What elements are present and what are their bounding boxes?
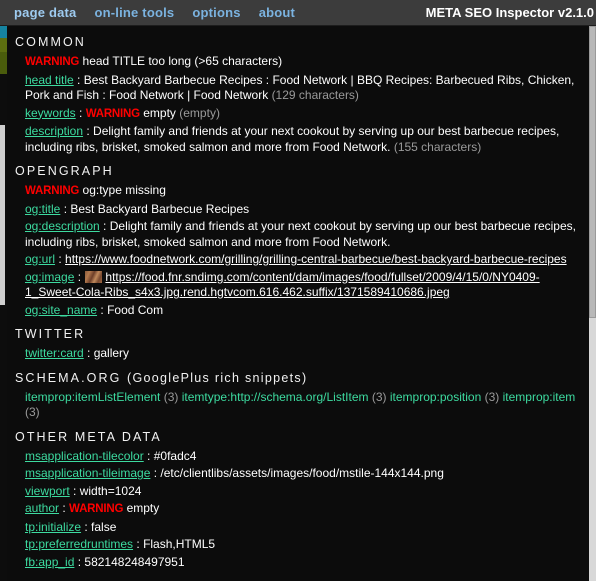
section-other-meta-data: OTHER META DATA msapplication-tilecolor … xyxy=(7,422,589,572)
meta-key-author[interactable]: author xyxy=(25,501,59,515)
schema-title-main: SCHEMA.ORG xyxy=(15,370,122,385)
og-url-key[interactable]: og:url xyxy=(25,252,55,266)
section-title-opengraph: OPENGRAPH xyxy=(15,164,114,178)
og-description-key[interactable]: og:description xyxy=(25,219,100,233)
meta-key-viewport[interactable]: viewport xyxy=(25,484,70,498)
other-meta-row: tp:preferredruntimes : Flash,HTML5 xyxy=(25,537,216,551)
menu-item-about[interactable]: about xyxy=(259,5,295,20)
menu-bar: page data on-line tools options about ME… xyxy=(0,0,596,26)
schema-item-name-1: itemtype:http://schema.org/ListItem xyxy=(181,389,369,404)
twitter-card-row: twitter:card : gallery xyxy=(25,346,130,360)
meta-value-fb-app-id: 582148248497951 xyxy=(84,554,185,569)
common-head-title-row: head title : Best Backyard Barbecue Reci… xyxy=(25,72,575,103)
og-title-value: Best Backyard Barbecue Recipes xyxy=(70,201,250,216)
schema-item-count-0: (3) xyxy=(163,389,179,404)
section-title-common: COMMON xyxy=(15,35,86,49)
keywords-value: empty xyxy=(143,105,176,120)
og-site-name-value: Food Com xyxy=(107,302,164,317)
schema-items-row: itemprop:itemListElement (3) itemtype:ht… xyxy=(7,389,589,422)
og-image-row: og:image : https://food.fnr.sndimg.com/c… xyxy=(25,269,540,300)
meta-value-tp-preferredruntimes: Flash,HTML5 xyxy=(143,537,216,551)
keywords-count: (empty) xyxy=(179,105,220,120)
other-meta-row: viewport : width=1024 xyxy=(25,483,142,498)
common-keywords-row: keywords : WARNING empty (empty) xyxy=(25,105,220,120)
schema-item-count-1: (3) xyxy=(371,389,387,404)
keywords-key[interactable]: keywords xyxy=(25,106,76,120)
common-warning-row: WARNING head TITLE too long (>65 charact… xyxy=(7,53,589,72)
section-title-twitter: TWITTER xyxy=(15,327,86,341)
page-edge-teal-band xyxy=(0,26,7,38)
meta-value-msapplication-tileimage: /etc/clientlibs/assets/images/food/mstil… xyxy=(160,466,444,480)
og-url-row: og:url : https://www.foodnetwork.com/gri… xyxy=(25,252,567,266)
keywords-warning-badge: WARNING xyxy=(85,107,140,120)
warning-badge: WARNING xyxy=(25,56,80,68)
meta-seo-inspector-panel: page data on-line tools options about ME… xyxy=(0,0,596,581)
common-warning-text: head TITLE too long (>65 characters) xyxy=(82,54,283,68)
meta-key-tp-initialize[interactable]: tp:initialize xyxy=(25,520,81,534)
section-twitter: TWITTER twitter:card : gallery xyxy=(7,319,589,363)
og-warning-text: og:type missing xyxy=(82,183,166,197)
schema-item-name-0: itemprop:itemListElement xyxy=(25,389,161,404)
og-site-name-key[interactable]: og:site_name xyxy=(25,303,97,317)
head-title-count: (129 characters) xyxy=(271,88,359,102)
schema-item-name-3: itemprop:item xyxy=(502,389,576,404)
panel-scrollbar-thumb[interactable] xyxy=(589,26,596,318)
section-opengraph: OPENGRAPH WARNING og:type missing og:tit… xyxy=(7,156,589,319)
section-link: LINK preload : https://food.fnr.sndimg.c… xyxy=(7,571,589,581)
other-meta-row: msapplication-tilecolor : #0fadc4 xyxy=(25,448,197,463)
head-title-key[interactable]: head title xyxy=(25,73,74,87)
meta-key-fb-app-id[interactable]: fb:app_id xyxy=(25,555,74,569)
other-meta-row: fb:app_id : 582148248497951 xyxy=(25,554,185,569)
underlying-page-scrollbar[interactable] xyxy=(0,125,5,305)
other-meta-row: author : WARNING empty xyxy=(25,501,160,515)
meta-key-tp-preferredruntimes[interactable]: tp:preferredruntimes xyxy=(25,537,133,551)
description-key[interactable]: description xyxy=(25,124,83,138)
schema-title-sub: (GooglePlus rich snippets) xyxy=(127,370,308,385)
panel-scrollbar[interactable] xyxy=(589,26,596,581)
schema-item-count-3: (3) xyxy=(25,405,40,419)
og-title-row: og:title : Best Backyard Barbecue Recipe… xyxy=(25,201,250,216)
other-meta-row: tp:initialize : false xyxy=(25,519,117,534)
og-image-key[interactable]: og:image xyxy=(25,270,74,284)
section-title-other-meta-data: OTHER META DATA xyxy=(15,429,162,444)
image-thumbnail-icon xyxy=(85,270,103,283)
og-warning-badge: WARNING xyxy=(25,185,80,197)
meta-warning-badge-author: WARNING xyxy=(69,503,124,515)
section-schema-org: SCHEMA.ORG (GooglePlus rich snippets) it… xyxy=(7,363,589,422)
og-url-value[interactable]: https://www.foodnetwork.com/grilling/gri… xyxy=(65,252,567,266)
og-title-key[interactable]: og:title xyxy=(25,202,60,216)
menu-item-options[interactable]: options xyxy=(192,5,240,20)
og-warning-row: WARNING og:type missing xyxy=(7,182,589,201)
app-title: META SEO Inspector v2.1.0 xyxy=(425,5,594,20)
schema-item-name-2: itemprop:position xyxy=(389,389,482,404)
page-data-content: COMMON WARNING head TITLE too long (>65 … xyxy=(7,27,589,581)
schema-item-count-2: (3) xyxy=(484,389,500,404)
common-description-row: description : Delight family and friends… xyxy=(25,124,560,154)
meta-value-viewport: width=1024 xyxy=(79,483,142,498)
section-title-link: LINK xyxy=(7,571,589,581)
meta-value-msapplication-tilecolor: #0fadc4 xyxy=(153,448,197,463)
meta-key-msapplication-tileimage[interactable]: msapplication-tileimage xyxy=(25,466,150,480)
page-edge-olive-band xyxy=(0,38,7,52)
twitter-card-key[interactable]: twitter:card xyxy=(25,346,84,360)
other-meta-row: msapplication-tileimage : /etc/clientlib… xyxy=(25,466,444,480)
description-count: (155 characters) xyxy=(393,139,482,154)
meta-key-msapplication-tilecolor[interactable]: msapplication-tilecolor xyxy=(25,449,144,463)
section-common: COMMON WARNING head TITLE too long (>65 … xyxy=(7,27,589,156)
og-description-row: og:description : Delight family and frie… xyxy=(25,219,576,249)
twitter-card-value: gallery xyxy=(93,346,130,360)
menu-item-page-data[interactable]: page data xyxy=(14,5,76,20)
page-edge-olive-band-2 xyxy=(0,52,7,74)
meta-value-author: empty xyxy=(126,501,160,515)
og-site-name-row: og:site_name : Food Com xyxy=(25,302,164,317)
menu-item-on-line-tools[interactable]: on-line tools xyxy=(94,5,174,20)
meta-value-tp-initialize: false xyxy=(91,519,117,534)
section-title-schema-org: SCHEMA.ORG (GooglePlus rich snippets) xyxy=(7,363,589,389)
